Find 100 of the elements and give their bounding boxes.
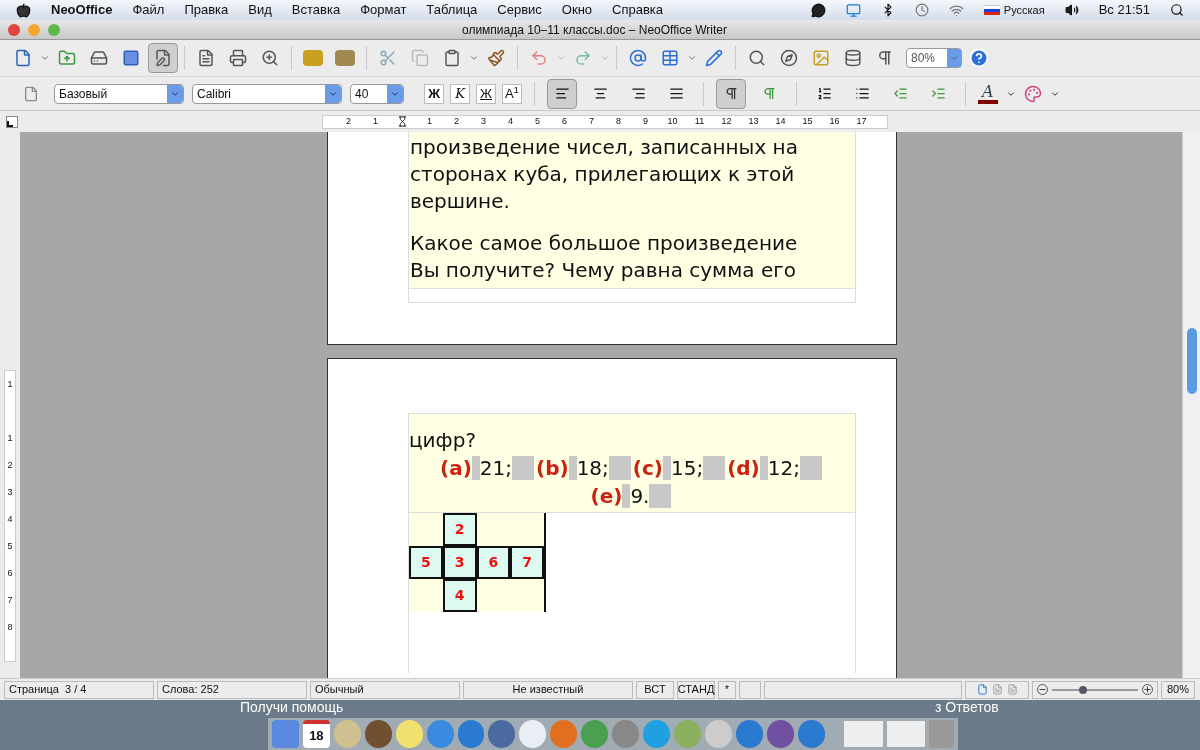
minimize-button[interactable] [28,23,40,36]
field-shading [799,456,822,480]
ruler-number: 11 [693,114,706,128]
field-shading [703,456,726,480]
field-shading [512,456,534,480]
font-size-combo[interactable]: 40 [350,83,404,104]
text-line: Вы получите? Чему равна сумма его [410,257,797,284]
language-field: Не известный [463,680,633,699]
ruler-number: 1 [426,114,433,128]
modified-indicator: * [718,680,736,699]
dropdown-icon[interactable] [687,53,697,63]
ruler-number: 9 [642,114,649,128]
ruler-number: 6 [561,114,568,128]
wifi-icon[interactable] [948,2,964,18]
ruler-number: 3 [480,114,487,128]
option-letter: (a) [440,455,472,482]
menu-item[interactable]: Правка [184,0,229,20]
field-shading [471,456,480,480]
format-button[interactable]: Ж [476,83,496,104]
menu-item[interactable]: Справка [612,0,664,20]
table-cell: 2 [442,513,477,546]
ruler-number: 6 [7,566,13,580]
input-source-menu[interactable]: Русская [983,1,1045,19]
ruler-number: 2 [7,458,13,472]
close-button[interactable] [8,23,20,36]
zoom-button[interactable] [48,23,60,36]
ruler-number: 12 [720,114,733,128]
edit-file-icon[interactable] [148,43,178,73]
table-cell: 6 [476,546,511,579]
format-button[interactable]: K [450,83,470,104]
text-line: сторонах куба, прилегающих к этой [410,161,796,188]
clock-icon[interactable] [914,3,929,17]
desktop-text: з Ответов [935,700,999,715]
ruler-number: 5 [534,114,541,128]
ruler-number: 7 [588,114,595,128]
word-count: Слова: 252 [157,680,307,699]
field-shading [568,456,577,480]
desktop-text: Получи помощь [240,700,344,715]
vertical-scrollbar[interactable] [1182,132,1200,678]
field-shading [622,484,631,508]
menu-item[interactable]: Таблица [426,0,478,20]
menu-item[interactable]: Сервис [497,0,542,20]
option-letter: (b) [536,455,569,482]
field-shading [608,456,631,480]
table-cell: 5 [409,546,443,579]
menu-item[interactable]: Вставка [291,0,341,20]
zoom-combo[interactable]: 80% [906,48,962,68]
window-thumbnail[interactable] [844,721,883,747]
format-button[interactable]: Ж [424,83,444,104]
text-line: произведение чисел, записанных на [410,134,799,161]
dropdown-icon[interactable] [40,53,50,63]
two-pages-icon[interactable] [991,684,1003,695]
app-menu[interactable]: NeoOffice [51,0,113,20]
font-color-button[interactable]: A [978,83,998,104]
text-line: Какое самое большое произведение [410,230,799,257]
menu-item[interactable]: Файл [132,0,165,20]
page-style: Обычный [310,680,460,699]
option-value: 18; [576,455,609,482]
ruler-number: 5 [7,539,13,553]
option-value: 9. [630,483,650,510]
menu-item[interactable]: Формат [360,0,407,20]
insert-mode: ВСТ [636,680,674,699]
paragraph-direction-icon[interactable] [716,78,746,109]
ruler-number: 7 [7,593,13,607]
highlight-color-icon[interactable] [1023,84,1042,103]
tab-stop-icon[interactable] [6,115,18,128]
calendar-icon[interactable]: 18 [302,720,330,748]
zoom-slider[interactable] [1052,688,1138,691]
table-cell: 7 [510,546,544,579]
zoom-in-icon[interactable] [1142,684,1153,695]
menu-clock[interactable]: Вс 21:51 [1098,0,1150,20]
slider-thumb[interactable] [1078,685,1087,694]
single-page-icon[interactable] [976,684,988,695]
indent-marker-icon[interactable] [397,116,408,127]
dropdown-icon[interactable] [469,53,479,63]
ruler-number: 14 [774,114,787,128]
menu-item[interactable]: Вид [248,0,272,20]
format-button[interactable]: A$^{1}$ [502,83,522,104]
style-combo[interactable]: Базовый [54,83,184,104]
remote-icon[interactable] [845,2,861,18]
selection-mode: СТАНД [677,680,715,699]
window-title: олимпиада 10–11 классы.doc – NeoOffice Writer [462,21,728,39]
apple-menu-icon[interactable] [16,2,31,18]
volume-icon[interactable] [1064,3,1079,17]
search-icon[interactable] [1170,3,1184,17]
book-view-icon[interactable] [1006,684,1018,695]
option-letter: (d) [727,455,760,482]
menu-item[interactable]: Окно [561,0,593,20]
ruler-number: 13 [747,114,760,128]
align-icon[interactable] [547,78,577,109]
ruler-number: 2 [453,114,460,128]
field-shading [662,456,671,480]
font-combo[interactable]: Calibri [192,83,342,104]
option-value: 12; [767,455,800,482]
chat-icon[interactable] [810,2,826,18]
ruler-number: 15 [801,114,814,128]
ruler-number: 1 [7,377,13,391]
ruler-number: 8 [7,620,13,634]
ruler-number: 4 [507,114,514,128]
window-thumbnail[interactable] [886,721,926,747]
